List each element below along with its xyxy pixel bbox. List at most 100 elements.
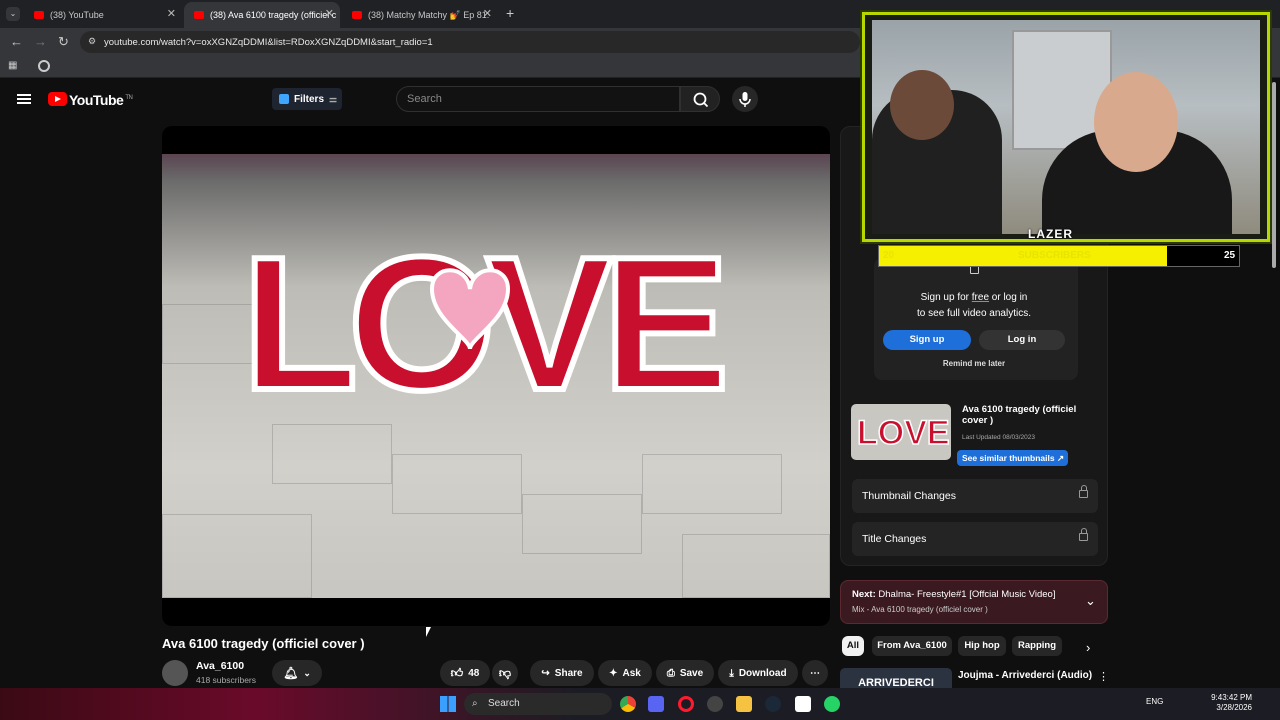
next-up-card[interactable]: ⌄ — [840, 580, 1108, 624]
site-info-icon[interactable]: ⚙ — [88, 36, 96, 47]
new-tab-button[interactable]: + — [506, 5, 514, 21]
like-button[interactable]: 👍︎ 48 — [440, 660, 490, 686]
tab-youtube[interactable]: (38) YouTube ✕ — [24, 2, 182, 28]
chip-rapping[interactable]: Rapping — [1012, 636, 1062, 656]
taskbar-search[interactable]: ⌕ Search — [464, 693, 612, 715]
ask-label: Ask — [622, 667, 641, 679]
tab-search-icon[interactable]: ⌄ — [6, 7, 20, 21]
obs-icon[interactable] — [707, 696, 723, 712]
signup-prompt: Sign up for free or log in to see full v… — [917, 292, 1031, 319]
chrome-web-icon[interactable] — [38, 60, 50, 72]
search-input[interactable]: Search — [396, 86, 680, 112]
channel-avatar[interactable] — [162, 660, 188, 686]
windows-taskbar — [0, 688, 1280, 720]
thumbnail-graffiti: LOVE — [856, 413, 950, 453]
filters-button[interactable]: Filters ⚌ — [272, 88, 342, 110]
page-scrollbar[interactable] — [1272, 82, 1276, 268]
windows-start-icon[interactable] — [440, 696, 456, 712]
close-icon[interactable]: ✕ — [325, 7, 334, 20]
like-count: 48 — [468, 667, 480, 679]
thumbs-down-icon: 👎︎ — [498, 665, 512, 680]
dislike-button[interactable]: 👎︎ — [492, 660, 518, 686]
title-changes-row[interactable]: Title Changes — [852, 522, 1098, 556]
notification-bell-button[interactable]: 🔔︎ ⌄ — [272, 660, 322, 686]
close-icon[interactable]: ✕ — [167, 7, 176, 20]
tab-label: (38) Ava 6100 tragedy (officiel c — [210, 10, 337, 20]
url-text: youtube.com/watch?v=oxXGNZqDDMI&list=RDo… — [104, 36, 433, 48]
person-left-head — [890, 70, 954, 140]
search-icon — [693, 92, 709, 108]
chip-hip-hop[interactable]: Hip hop — [958, 636, 1006, 656]
subscriber-goal-target: 25 — [1224, 250, 1236, 261]
reload-icon[interactable]: ↻ — [58, 34, 69, 50]
share-button[interactable]: ↪ Share — [530, 660, 594, 686]
sparkle-icon: ✦ — [609, 667, 618, 679]
chip-all[interactable]: All — [842, 636, 864, 656]
share-label: Share — [554, 667, 583, 679]
remind-later-link[interactable]: Remind me later — [874, 359, 1074, 368]
download-icon: ⤓ — [729, 667, 734, 679]
title-changes-label: Title Changes — [862, 533, 927, 545]
lock-icon — [970, 266, 979, 274]
video-player[interactable]: LOVE — [162, 126, 830, 626]
close-icon[interactable]: ✕ — [483, 7, 492, 20]
overlay-brand: LAZER — [1028, 227, 1073, 241]
capcut-icon[interactable] — [795, 696, 811, 712]
forward-icon[interactable]: → — [34, 34, 47, 49]
opera-icon[interactable] — [678, 696, 694, 712]
search-button[interactable] — [680, 86, 720, 112]
recommended-title[interactable]: Joujma - Arrivederci (Audio) — [958, 670, 1092, 681]
webcam-feed — [872, 20, 1260, 234]
card-last-updated: Last Updated 08/03/2023 — [962, 434, 1036, 441]
menu-icon[interactable] — [17, 94, 31, 104]
tab-current-video[interactable]: (38) Ava 6100 tragedy (officiel c ✕ — [184, 2, 340, 28]
share-icon: ↪ — [541, 667, 550, 679]
video-thumbnail[interactable]: LOVE — [851, 404, 951, 460]
apps-grid-icon[interactable]: ▦ — [8, 60, 17, 71]
chip-from-channel[interactable]: From Ava_6100 — [872, 636, 952, 656]
chevron-right-icon[interactable]: › — [1086, 640, 1090, 655]
sliders-icon: ⚌ — [329, 93, 338, 104]
youtube-favicon-icon — [194, 11, 204, 19]
chrome-icon[interactable] — [620, 696, 636, 712]
wall-brick — [642, 454, 782, 514]
bookmark-icon: ⎙ — [666, 667, 675, 679]
youtube-favicon-icon — [34, 11, 44, 19]
log-in-button[interactable]: Log in — [979, 330, 1065, 350]
ask-button[interactable]: ✦ Ask — [598, 660, 652, 686]
tab-matchy[interactable]: (38) Matchy Matchy 💅 Ep 81: ✕ — [342, 2, 498, 28]
back-icon[interactable]: ← — [10, 34, 23, 49]
wall-brick — [392, 454, 522, 514]
chevron-down-icon[interactable]: ⌄ — [1085, 593, 1096, 609]
more-icon: ⋯ — [810, 667, 820, 679]
youtube-logo-text[interactable]: YouTube TN — [69, 92, 133, 108]
more-vert-icon[interactable]: ⋮ — [1098, 670, 1109, 683]
svg-text:LOVE: LOVE — [857, 414, 950, 452]
youtube-logo-icon[interactable] — [48, 92, 67, 106]
discord-icon[interactable] — [648, 696, 664, 712]
steam-icon[interactable] — [765, 696, 781, 712]
filter-ext-icon — [279, 94, 289, 104]
download-button[interactable]: ⤓ Download — [718, 660, 798, 686]
channel-name[interactable]: Ava_6100 — [196, 660, 244, 672]
more-actions-button[interactable]: ⋯ — [802, 660, 828, 686]
bell-icon: 🔔︎ — [283, 666, 299, 680]
thumbs-up-icon: 👍︎ — [450, 665, 464, 680]
whatsapp-icon[interactable] — [824, 696, 840, 712]
free-link[interactable]: free — [972, 292, 989, 303]
sign-up-button[interactable]: Sign up — [883, 330, 971, 350]
video-title: Ava 6100 tragedy (officiel cover ) — [162, 636, 365, 651]
save-button[interactable]: ⎙ Save — [656, 660, 714, 686]
search-icon: ⌕ — [472, 698, 478, 709]
voice-search-button[interactable] — [732, 86, 758, 112]
subscriber-count: 418 subscribers — [196, 675, 257, 685]
video-frame: LOVE — [162, 154, 830, 598]
file-explorer-icon[interactable] — [736, 696, 752, 712]
chevron-down-icon: ⌄ — [303, 667, 311, 678]
similar-thumbnails-button[interactable]: See similar thumbnails ↗ — [957, 450, 1068, 466]
url-field[interactable]: ⚙ youtube.com/watch?v=oxXGNZqDDMI&list=R… — [80, 31, 860, 53]
input-language[interactable]: ENG — [1146, 697, 1163, 706]
recommended-thumbnail[interactable]: ARRIVEDERCI — [840, 668, 952, 690]
thumbnail-changes-row[interactable]: Thumbnail Changes — [852, 479, 1098, 513]
system-clock[interactable]: 9:43:42 PM 3/28/2026 — [1206, 693, 1252, 713]
